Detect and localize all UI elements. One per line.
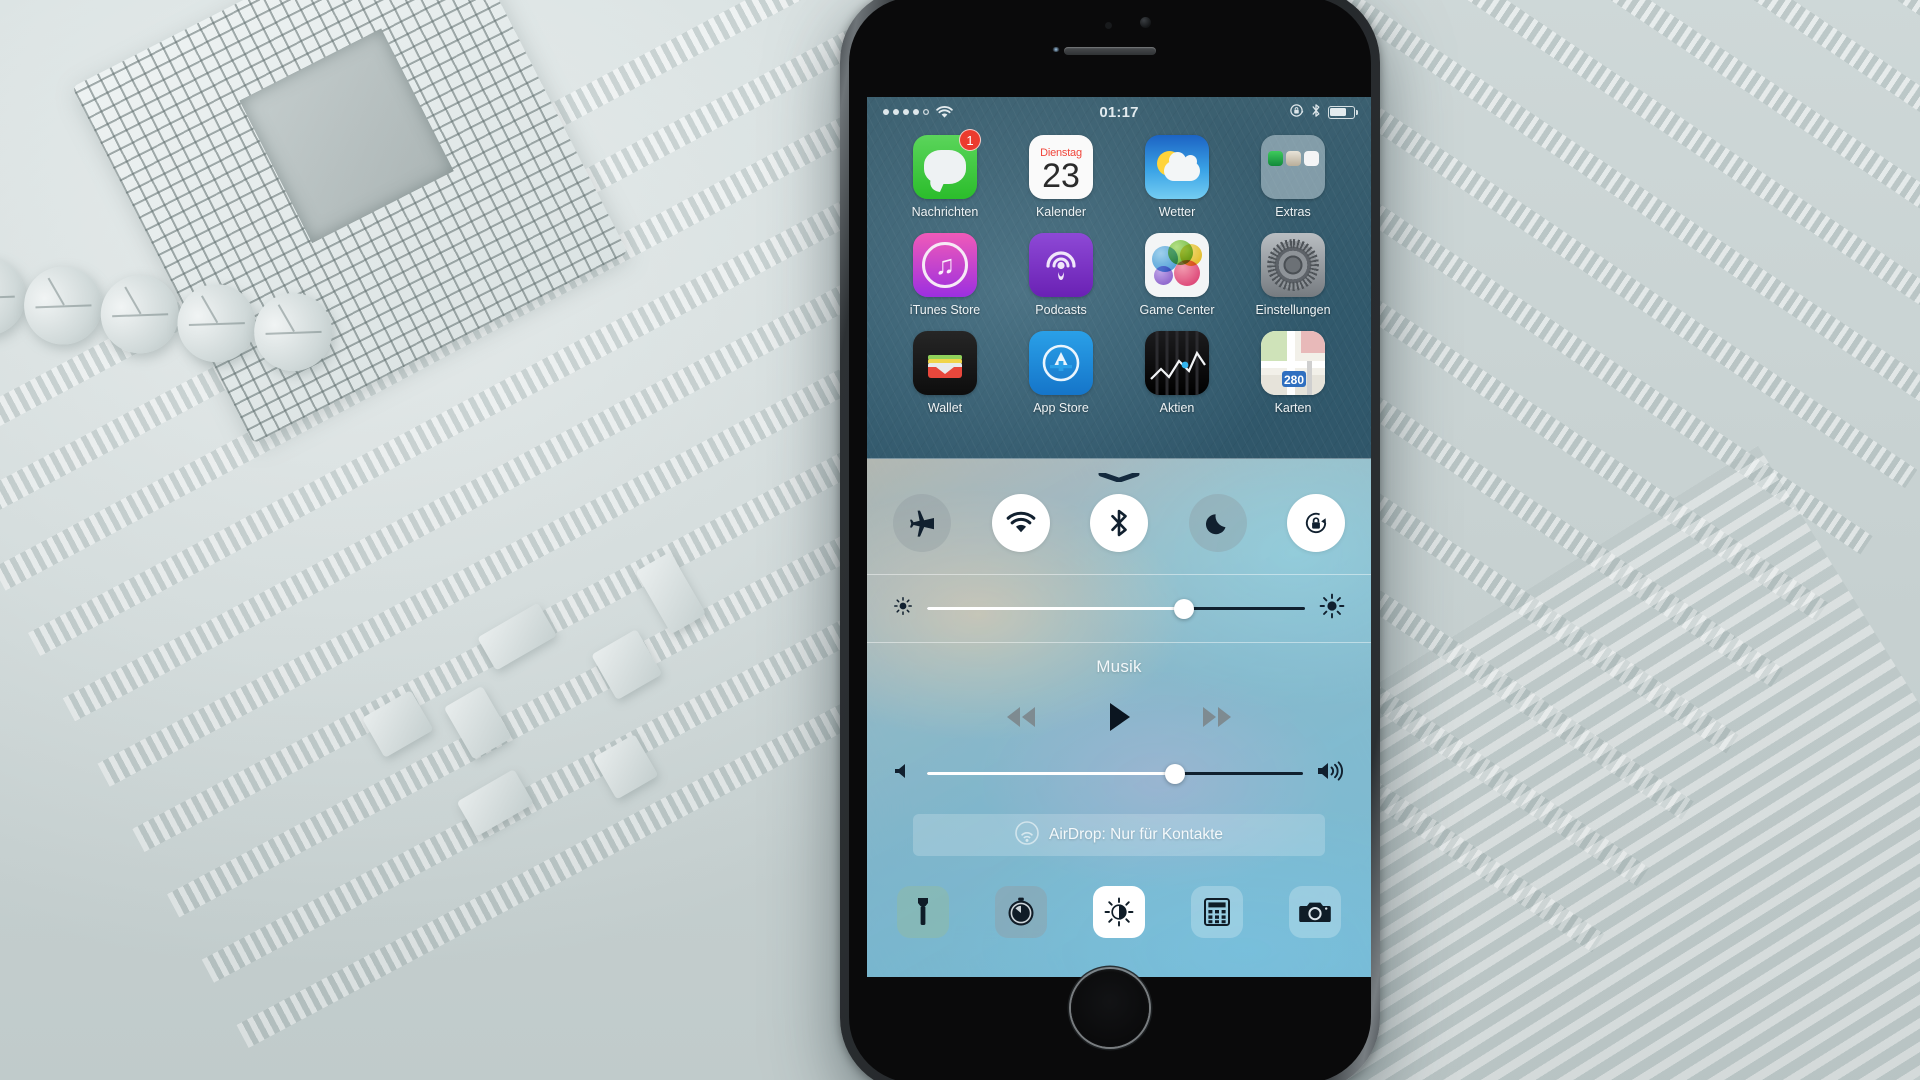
home-button[interactable]: [1071, 969, 1149, 1047]
app-icon-podcasts[interactable]: Podcasts: [1003, 233, 1119, 317]
app-icon-settings[interactable]: Einstellungen: [1235, 233, 1351, 317]
app-label: Wetter: [1158, 205, 1196, 219]
toggle-do-not-disturb[interactable]: [1188, 494, 1247, 552]
app-icon-maps[interactable]: 280 Karten: [1235, 331, 1351, 415]
itunes-store-icon: ♫: [913, 233, 977, 297]
music-transport: [867, 701, 1371, 733]
extras-folder-icon: [1261, 135, 1325, 199]
signal-strength-dots: [883, 109, 929, 115]
music-title: Musik: [1096, 657, 1142, 676]
podcasts-icon: [1029, 233, 1093, 297]
app-label: Wallet: [927, 401, 963, 415]
app-icon-wallet[interactable]: Wallet: [887, 331, 1003, 415]
wifi-icon: [936, 105, 953, 119]
toggle-wifi[interactable]: [991, 494, 1050, 552]
timer-icon: [1008, 897, 1034, 926]
control-center-panel: Musik AirDrop: Nur für Kontakte: [867, 459, 1371, 977]
app-label: Podcasts: [1035, 303, 1087, 317]
status-bar-right: [1119, 103, 1359, 122]
play-icon: [1110, 703, 1130, 731]
camera-glint: [1052, 47, 1060, 52]
music-section: Musik: [867, 643, 1371, 743]
brightness-low-icon: [893, 596, 913, 621]
homescreen-app-grid: 1 Nachrichten Dienstag 23 Kalender Wette…: [867, 123, 1371, 415]
app-icon-weather[interactable]: Wetter: [1119, 135, 1235, 219]
app-label: Nachrichten: [911, 205, 979, 219]
app-icon-calendar[interactable]: Dienstag 23 Kalender: [1003, 135, 1119, 219]
fast-forward-icon: [1203, 707, 1231, 727]
app-label: App Store: [1033, 401, 1089, 415]
night-shift-icon: [1104, 897, 1134, 927]
control-center-toggles: [867, 468, 1371, 574]
shortcut-camera[interactable]: [1289, 886, 1341, 938]
volume-slider[interactable]: [927, 763, 1303, 784]
calendar-icon: Dienstag 23: [1029, 135, 1093, 199]
airdrop-button[interactable]: AirDrop: Nur für Kontakte: [913, 814, 1325, 856]
calculator-icon: [1204, 898, 1230, 926]
screenshot-scene: 01:17 1 Nachrichten Dienstag 23 Kalender…: [0, 0, 1920, 1080]
app-icon-itunes-store[interactable]: ♫ iTunes Store: [887, 233, 1003, 317]
fast-forward-button[interactable]: [1196, 704, 1238, 730]
earpiece-speaker: [1064, 47, 1156, 55]
app-icon-stocks[interactable]: Aktien: [1119, 331, 1235, 415]
app-label: Kalender: [1035, 205, 1087, 219]
control-center-shortcuts: [867, 870, 1371, 964]
app-label: Game Center: [1139, 303, 1215, 317]
front-camera: [1140, 17, 1151, 28]
camera-icon: [1299, 902, 1331, 922]
weather-icon: [1145, 135, 1209, 199]
battery-icon: [1328, 105, 1359, 119]
brightness-slider-row: [867, 575, 1371, 642]
airdrop-label: AirDrop: Nur für Kontakte: [1048, 826, 1223, 843]
proximity-sensor: [1105, 22, 1112, 29]
status-bar-left: [883, 105, 1119, 119]
toggle-bluetooth[interactable]: [1090, 494, 1148, 552]
brightness-slider[interactable]: [927, 598, 1305, 619]
settings-icon: [1261, 233, 1325, 297]
app-label: iTunes Store: [909, 303, 981, 317]
app-store-icon: [1029, 331, 1093, 395]
rotation-lock-icon: [1305, 512, 1327, 534]
svg-text:280: 280: [1284, 373, 1304, 387]
airdrop-section: AirDrop: Nur für Kontakte: [867, 804, 1371, 870]
app-icon-app-store[interactable]: App Store: [1003, 331, 1119, 415]
flashlight-icon: [918, 898, 928, 925]
bluetooth-icon: [1311, 103, 1321, 122]
volume-slider-row: [867, 743, 1371, 804]
phone-screen: 01:17 1 Nachrichten Dienstag 23 Kalender…: [867, 97, 1371, 977]
app-label: Aktien: [1159, 401, 1195, 415]
maps-icon: 280: [1261, 331, 1325, 395]
rewind-button[interactable]: [1000, 704, 1042, 730]
volume-high-icon: [1317, 761, 1345, 786]
app-icon-game-center[interactable]: Game Center: [1119, 233, 1235, 317]
brightness-high-icon: [1319, 593, 1345, 624]
rotation-lock-icon: [1289, 103, 1304, 122]
messages-badge: 1: [959, 129, 981, 151]
toggle-rotation-lock[interactable]: [1287, 494, 1345, 552]
app-label: Einstellungen: [1255, 303, 1331, 317]
shortcut-calculator[interactable]: [1191, 886, 1243, 938]
airplane-icon: [910, 510, 934, 537]
app-label: Karten: [1274, 401, 1312, 415]
toggle-airplane-mode[interactable]: [893, 494, 951, 552]
stocks-icon: [1145, 331, 1209, 395]
game-center-icon: [1145, 233, 1209, 297]
shortcut-timer[interactable]: [995, 886, 1047, 938]
bluetooth-icon: [1111, 509, 1127, 537]
app-label: Extras: [1275, 205, 1311, 219]
play-button[interactable]: [1106, 701, 1132, 733]
iphone-device: 01:17 1 Nachrichten Dienstag 23 Kalender…: [840, 0, 1380, 1080]
app-icon-extras-folder[interactable]: Extras: [1235, 135, 1351, 219]
wallet-icon: [913, 331, 977, 395]
app-icon-messages[interactable]: 1 Nachrichten: [887, 129, 1003, 219]
moon-icon: [1205, 513, 1226, 534]
calendar-day: 23: [1042, 157, 1080, 195]
airdrop-icon: [1015, 820, 1039, 850]
wifi-icon: [1006, 511, 1035, 533]
rewind-icon: [1007, 707, 1035, 727]
volume-low-icon: [893, 762, 913, 785]
shortcut-night-shift[interactable]: [1093, 886, 1145, 938]
shortcut-flashlight[interactable]: [897, 886, 949, 938]
phone-front-glass: 01:17 1 Nachrichten Dienstag 23 Kalender…: [849, 0, 1371, 1080]
